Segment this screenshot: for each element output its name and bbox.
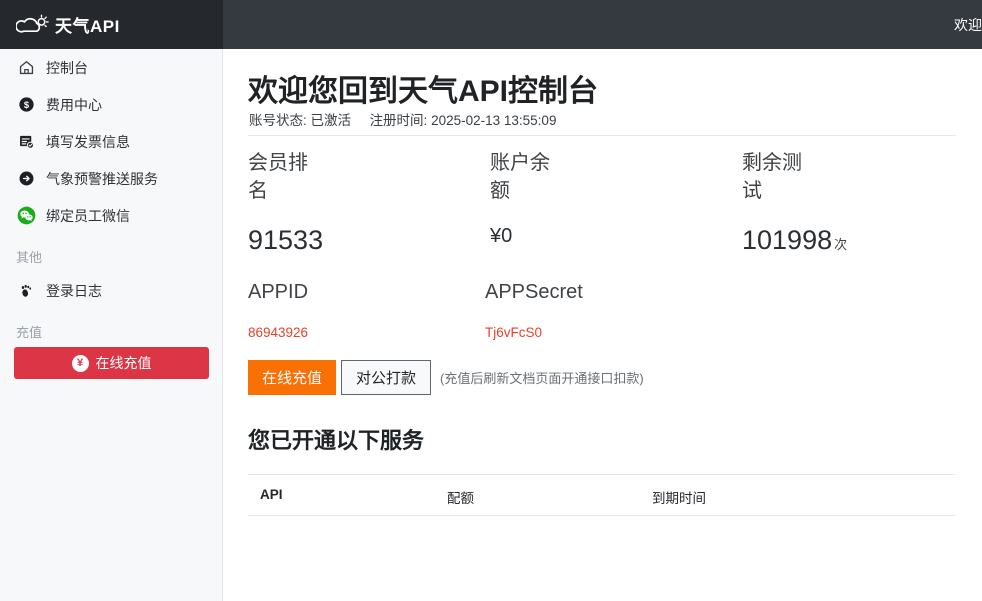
page-root: 天气API 控制台 $ 费用中心 填写发票信息 气象预警推送服务 绑定员工微信 … [0, 0, 982, 601]
column-header-api: API [260, 487, 283, 502]
top-header-bar: 欢迎 [223, 0, 982, 49]
credential-appsecret: APPSecret Tj6vFcS0 [485, 281, 583, 340]
footprint-icon [16, 281, 36, 301]
divider-top [248, 135, 956, 136]
services-table-header: API 配额 到期时间 [248, 487, 956, 515]
stat-value: 101998 [742, 225, 833, 255]
corporate-transfer-button[interactable]: 对公打款 [341, 360, 432, 395]
stat-label: 会员排名 [248, 152, 308, 202]
recharge-hint-text: (充值后刷新文档页面开通接口扣款) [440, 371, 644, 386]
brand-name: 天气API [55, 17, 120, 36]
column-header-quota: 配额 [447, 491, 474, 506]
account-status-label: 账号状态: [249, 113, 307, 128]
sidebar-item-label: 控制台 [46, 59, 88, 76]
recharge-button-wrap: ¥ 在线充值 [0, 347, 223, 379]
sidebar-item-weather-alert[interactable]: 气象预警推送服务 [0, 160, 223, 197]
home-icon [16, 58, 36, 78]
online-recharge-label: 在线充值 [95, 355, 152, 371]
brand-logo[interactable]: 天气API [0, 0, 223, 49]
table-divider-top [248, 474, 956, 475]
credential-appid: APPID 86943926 [248, 281, 308, 340]
arrow-right-circle-icon [16, 169, 36, 189]
wechat-icon [16, 206, 36, 226]
table-divider-bottom [248, 515, 956, 516]
sidebar-group-recharge: 充值 [16, 325, 43, 340]
stat-card-rank: 会员排名 91533 [248, 149, 378, 256]
cloud-sun-icon [15, 13, 50, 37]
dollar-circle-icon: $ [16, 95, 36, 115]
svg-text:$: $ [23, 100, 29, 110]
stat-label: 账户余额 [490, 152, 550, 202]
stat-unit: 次 [834, 237, 848, 252]
sidebar-item-label: 登录日志 [46, 282, 102, 299]
action-buttons: 在线充值 对公打款 (充值后刷新文档页面开通接口扣款) [248, 360, 644, 395]
account-status-value: 已激活 [310, 113, 352, 128]
column-header-expiry: 到期时间 [652, 491, 706, 506]
sidebar-item-label: 气象预警推送服务 [46, 170, 158, 187]
credential-label: APPID [248, 281, 309, 303]
page-title: 欢迎您回到天气API控制台 [248, 75, 599, 108]
sidebar-nav: 控制台 $ 费用中心 填写发票信息 气象预警推送服务 绑定员工微信 其他 登录日… [0, 49, 223, 379]
yen-circle-icon: ¥ [71, 354, 89, 372]
stat-value: 91533 [248, 225, 324, 255]
sidebar-group-other: 其他 [16, 250, 43, 265]
sidebar-item-label: 绑定员工微信 [46, 207, 130, 224]
stat-card-balance: 账户余额 ¥0 [490, 149, 620, 248]
credential-value[interactable]: 86943926 [248, 325, 308, 340]
invoice-form-icon [16, 132, 36, 152]
services-section-title: 您已开通以下服务 [248, 428, 425, 453]
sidebar-item-label: 填写发票信息 [46, 133, 130, 150]
main-content: 欢迎您回到天气API控制台 账号状态: 已激活 注册时间: 2025-02-13… [223, 49, 982, 601]
stat-card-remaining-tests: 剩余测试 101998 次 [742, 149, 902, 256]
stat-value-wrap: 101998 次 [742, 225, 902, 256]
stat-value: ¥0 [490, 225, 513, 247]
sidebar-item-label: 费用中心 [46, 96, 102, 113]
online-recharge-main-button[interactable]: 在线充值 [248, 360, 337, 395]
credential-label: APPSecret [485, 281, 583, 303]
sidebar-item-login-log[interactable]: 登录日志 [0, 272, 223, 309]
register-time-value: 2025-02-13 13:55:09 [431, 113, 557, 128]
sidebar-item-console[interactable]: 控制台 [0, 49, 223, 86]
sidebar-item-bind-wechat[interactable]: 绑定员工微信 [0, 197, 223, 234]
sidebar: 天气API 控制台 $ 费用中心 填写发票信息 气象预警推送服务 绑定员工微信 … [0, 0, 223, 601]
stat-label: 剩余测试 [742, 152, 802, 202]
sidebar-item-invoice[interactable]: 填写发票信息 [0, 123, 223, 160]
user-greeting[interactable]: 欢迎 [954, 15, 982, 35]
register-time-label: 注册时间: [369, 113, 428, 128]
account-meta: 账号状态: 已激活 注册时间: 2025-02-13 13:55:09 [249, 109, 556, 129]
sidebar-item-billing[interactable]: $ 费用中心 [0, 86, 223, 123]
credential-value[interactable]: Tj6vFcS0 [485, 325, 583, 340]
online-recharge-button[interactable]: ¥ 在线充值 [14, 347, 209, 379]
